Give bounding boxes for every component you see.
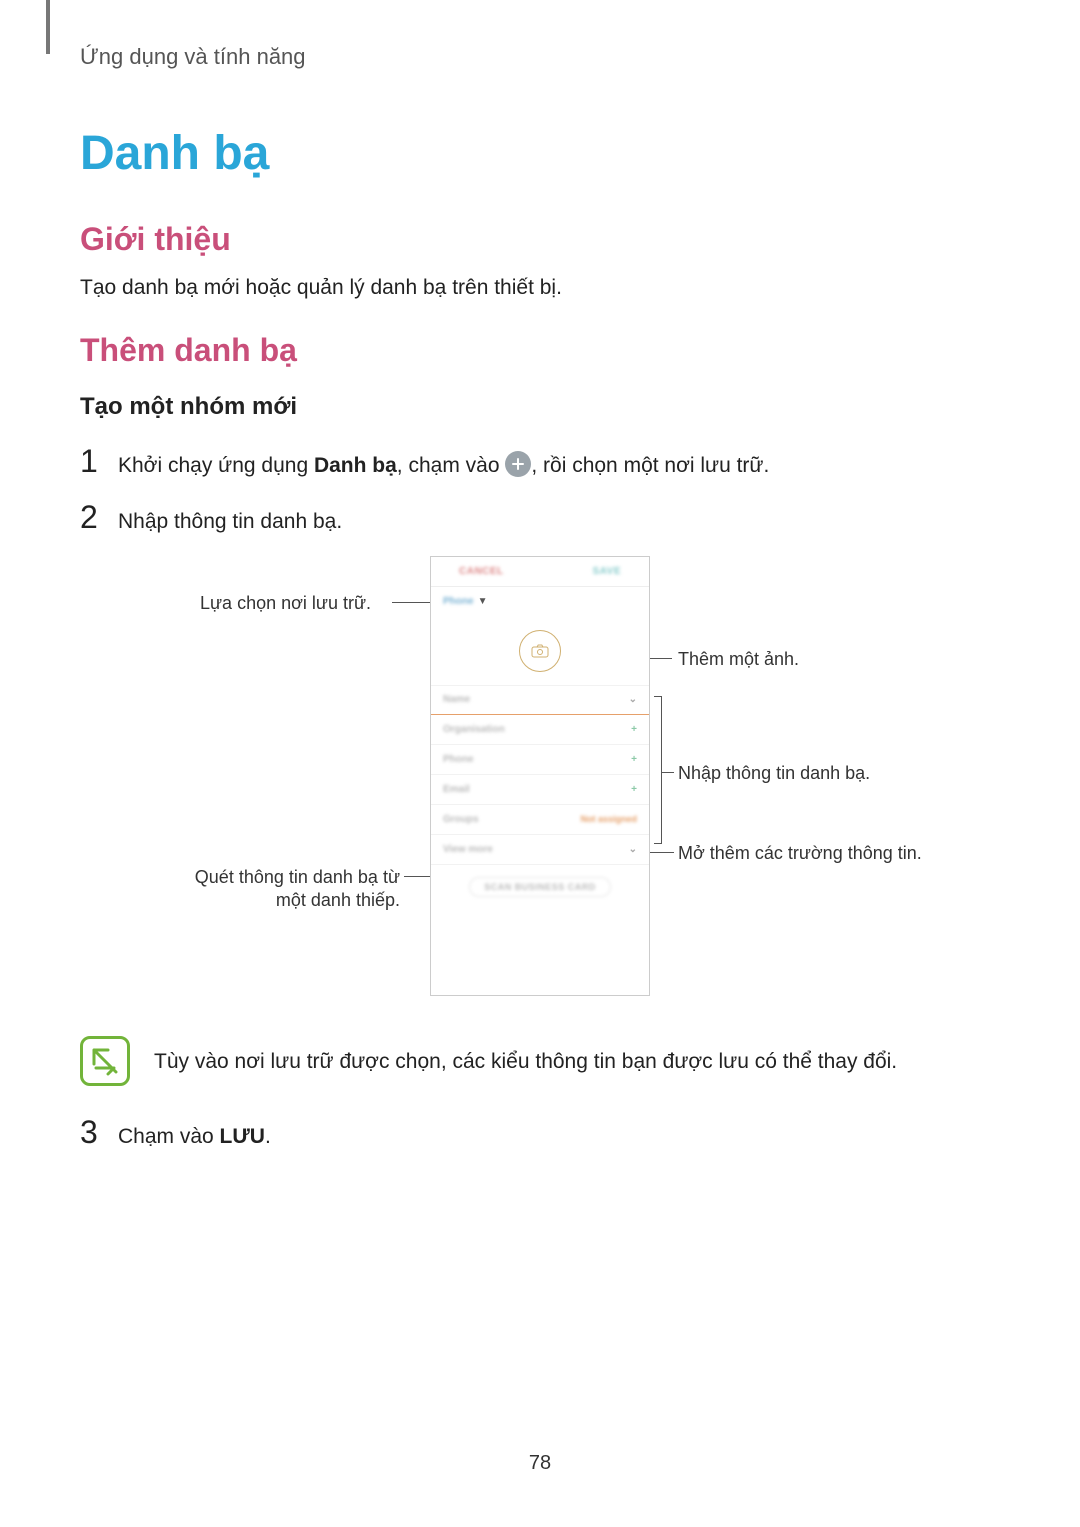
chevron-down-icon[interactable]: ⌄ <box>629 844 637 855</box>
plus-icon <box>505 451 531 477</box>
breadcrumb: Ứng dụng và tính năng <box>80 44 1000 70</box>
field-label: Name <box>443 694 470 705</box>
field-value: Not assigned <box>580 814 637 824</box>
step-text: Nhập thông tin danh bạ. <box>118 506 342 538</box>
field-label: Groups <box>443 814 479 825</box>
step-number: 2 <box>80 499 106 536</box>
callout-scan: Quét thông tin danh bạ từ một danh thiếp… <box>180 866 400 913</box>
add-field-icon[interactable]: + <box>631 724 637 735</box>
mock-field-groups[interactable]: Groups Not assigned <box>431 805 649 835</box>
bracket <box>654 696 662 844</box>
mock-field-name[interactable]: Name ⌄ <box>431 685 649 715</box>
caret-down-icon: ▼ <box>478 596 488 607</box>
mock-add-photo-button[interactable] <box>519 630 561 672</box>
step3-pre: Chạm vào <box>118 1125 220 1148</box>
add-field-icon[interactable]: + <box>631 754 637 765</box>
leader-line <box>662 772 674 773</box>
mock-field-email[interactable]: Email + <box>431 775 649 805</box>
callout-input: Nhập thông tin danh bạ. <box>678 762 870 785</box>
header-tick <box>46 0 50 54</box>
subsection-heading: Tạo một nhóm mới <box>80 393 1000 421</box>
step3-post: . <box>265 1125 271 1148</box>
step1-post: , rồi chọn một nơi lưu trữ. <box>531 454 769 477</box>
callout-more: Mở thêm các trường thông tin. <box>678 842 922 865</box>
section-heading-add: Thêm danh bạ <box>80 332 1000 369</box>
step-3: 3 Chạm vào LƯU. <box>80 1114 1000 1153</box>
note-text: Tùy vào nơi lưu trữ được chọn, các kiểu … <box>154 1036 897 1078</box>
step1-pre: Khởi chạy ứng dụng <box>118 454 314 477</box>
diagram-add-contact: Lựa chọn nơi lưu trữ. Quét thông tin dan… <box>80 556 1000 1016</box>
add-field-icon[interactable]: + <box>631 784 637 795</box>
step-2: 2 Nhập thông tin danh bạ. <box>80 499 1000 538</box>
mock-field-viewmore[interactable]: View more ⌄ <box>431 835 649 865</box>
phone-mockup: CANCEL SAVE Phone ▼ Name ⌄ Organisation … <box>430 556 650 996</box>
mock-scan-row: SCAN BUSINESS CARD <box>431 865 649 909</box>
step-text: Chạm vào LƯU. <box>118 1121 271 1153</box>
field-label: Organisation <box>443 724 505 735</box>
step-1: 1 Khởi chạy ứng dụng Danh bạ, chạm vào ,… <box>80 443 1000 482</box>
field-label: View more <box>443 844 493 855</box>
mock-field-phone[interactable]: Phone + <box>431 745 649 775</box>
page-number: 78 <box>0 1452 1080 1475</box>
step-number: 3 <box>80 1114 106 1151</box>
mock-cancel-button[interactable]: CANCEL <box>459 566 504 577</box>
mock-storage-label: Phone <box>443 596 474 607</box>
step1-app-name: Danh bạ <box>314 454 397 477</box>
mock-photo-row <box>431 617 649 685</box>
field-label: Phone <box>443 754 474 765</box>
callout-photo: Thêm một ảnh. <box>678 648 799 671</box>
section-heading-intro: Giới thiệu <box>80 221 1000 258</box>
mock-field-organisation[interactable]: Organisation + <box>431 715 649 745</box>
mock-titlebar: CANCEL SAVE <box>431 557 649 587</box>
intro-body: Tạo danh bạ mới hoặc quản lý danh bạ trê… <box>80 272 1000 304</box>
step-number: 1 <box>80 443 106 480</box>
chevron-down-icon[interactable]: ⌄ <box>629 694 637 705</box>
step-text: Khởi chạy ứng dụng Danh bạ, chạm vào , r… <box>118 450 769 482</box>
note-icon <box>80 1036 130 1086</box>
step1-mid: , chạm vào <box>397 454 506 477</box>
mock-storage-selector[interactable]: Phone ▼ <box>431 587 649 617</box>
step3-button-name: LƯU <box>220 1125 265 1148</box>
callout-storage: Lựa chọn nơi lưu trữ. <box>200 592 371 615</box>
mock-save-button[interactable]: SAVE <box>593 566 622 577</box>
field-label: Email <box>443 784 470 795</box>
page-title: Danh bạ <box>80 126 1000 181</box>
note-block: Tùy vào nơi lưu trữ được chọn, các kiểu … <box>80 1036 1000 1086</box>
camera-icon <box>531 644 549 658</box>
mock-scan-button[interactable]: SCAN BUSINESS CARD <box>469 877 611 897</box>
